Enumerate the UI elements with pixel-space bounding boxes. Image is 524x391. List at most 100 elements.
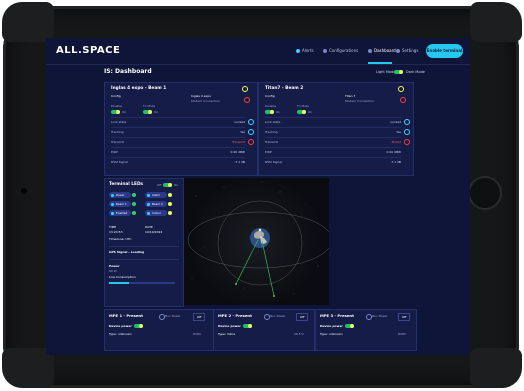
- warning-icon: [248, 139, 254, 145]
- row-value: -7.1 dB: [390, 160, 401, 164]
- tx-mute-toggle[interactable]: [297, 110, 306, 114]
- modem-connection: Modem Connection: [345, 99, 375, 103]
- power-label: Power: [109, 264, 120, 268]
- row-value: Muted: [391, 140, 401, 144]
- mpe-type: Type: Inline: [218, 332, 236, 336]
- toggle-on-label: On: [154, 110, 159, 114]
- led-dot: [111, 202, 114, 206]
- divider: [109, 259, 179, 260]
- power-value: 60 W: [109, 269, 117, 273]
- row-value: -7.1 dB: [234, 160, 245, 164]
- nav-label: Alerts: [302, 48, 314, 53]
- row-label: RSSI Signal: [265, 160, 282, 164]
- home-button[interactable]: [468, 176, 502, 210]
- led-indicator: [168, 193, 172, 197]
- config-value: Inglas 4 expo: [191, 94, 212, 98]
- beam-card-1: Inglas 4 expo - Beam 1 Config Inglas 4 e…: [104, 82, 258, 176]
- camera-icon: [21, 188, 27, 194]
- nav-item-configurations[interactable]: Configurations: [323, 48, 358, 53]
- nav-label: Configurations: [329, 48, 359, 53]
- row-label: Lock state: [265, 120, 281, 124]
- beam-card-2: Titan7 - Beam 2 Config Titan 7 Disable T…: [258, 82, 414, 176]
- toggle-on-label: On: [122, 110, 127, 114]
- led-label: Indoor: [152, 211, 161, 216]
- rssi-row: RSSI Signal -7.1 dB: [111, 157, 245, 167]
- nav-label: Settings: [402, 48, 419, 53]
- top-bar: ALL.SPACE Alerts Configurations Dashboar…: [46, 38, 470, 65]
- edit-icon[interactable]: [242, 86, 248, 92]
- mpe-title: MPE 2 - Present: [218, 313, 252, 318]
- terminal-location-marker: [258, 228, 262, 232]
- satellite-1-marker[interactable]: [235, 283, 237, 285]
- led-indicator: [168, 211, 172, 215]
- satellite-2-marker[interactable]: [273, 295, 275, 297]
- row-label: RSSI Signal: [111, 160, 128, 164]
- led-label: Power: [116, 193, 125, 198]
- status-icon: [244, 97, 250, 103]
- led-dot: [111, 193, 114, 197]
- nav-item-dashboard[interactable]: Dashboard: [368, 48, 396, 53]
- device-power-toggle[interactable]: [345, 324, 354, 328]
- timezone: Timezone: UTC: [109, 237, 132, 241]
- edit-icon[interactable]: [398, 86, 404, 92]
- mpe-type: Type: unknown: [109, 332, 132, 336]
- config-label: Config: [265, 94, 275, 98]
- date-label: DATE: [145, 225, 153, 229]
- transmit-row: Transmit Muted: [265, 137, 401, 147]
- row-value: 0.00 dBW: [230, 150, 245, 154]
- buc-power-select[interactable]: Off: [296, 313, 309, 321]
- nav-item-alerts[interactable]: Alerts: [296, 48, 314, 53]
- row-label: EIRP: [265, 150, 272, 154]
- rssi-row: RSSI Signal -7.1 dB: [265, 157, 401, 167]
- mpe-card-3: MPE 3 - Present Buc Power Off Device pow…: [315, 309, 417, 351]
- eirp-row: EIRP 0.00 dBW: [265, 147, 401, 157]
- buc-power-select[interactable]: Off: [398, 313, 411, 321]
- mpe-card-1: MPE 1 - Present Buc Power Off Device pow…: [104, 309, 214, 351]
- enable-terminal-button[interactable]: Enable terminal: [426, 44, 463, 58]
- tracking-row: Tracking Yes: [265, 127, 401, 137]
- disable-toggle[interactable]: [111, 110, 120, 114]
- tx-mute-label: Tx Mute: [297, 104, 310, 108]
- disable-toggle[interactable]: [265, 110, 274, 114]
- led-toggle[interactable]: [163, 183, 172, 187]
- mpe-title: MPE 1 - Present: [109, 313, 143, 318]
- settings-icon: [396, 49, 400, 53]
- disable-label: Disable: [265, 104, 277, 108]
- config-value: Titan 7: [345, 94, 356, 98]
- nav-item-settings[interactable]: Settings: [396, 48, 418, 53]
- mode-toggle[interactable]: [394, 70, 403, 74]
- gear-icon: [323, 49, 327, 53]
- lock-state-row: Lock state Locked: [265, 117, 401, 127]
- modem-connection: Modem Connection: [191, 99, 221, 103]
- device-power-label: Device power: [109, 324, 132, 328]
- alert-icon: [296, 49, 300, 53]
- device-power-toggle[interactable]: [243, 324, 252, 328]
- light-mode-label: Light Mode: [376, 70, 396, 74]
- transmit-row: Transmit Transmit: [111, 137, 245, 147]
- beam-link-1: [235, 239, 259, 285]
- row-value: Yes: [240, 130, 245, 134]
- led-label: Beam 2: [152, 202, 163, 207]
- case-bumper-bottom-right: [470, 348, 522, 388]
- buc-power-select[interactable]: Off: [193, 313, 206, 321]
- toggle-on-label: On: [308, 110, 313, 114]
- led-beam-2: Beam 2: [145, 201, 172, 207]
- device-power-toggle[interactable]: [134, 324, 143, 328]
- led-indicator: [132, 202, 136, 206]
- satellite-orbit-view[interactable]: [184, 178, 329, 305]
- gps-status: GPS Signal - Loading: [109, 250, 145, 254]
- device-power-label: Device power: [218, 324, 241, 328]
- eirp-row: EIRP 0.00 dBW: [111, 147, 245, 157]
- disable-label: Disable: [111, 104, 123, 108]
- page-title: IS: Dashboard: [104, 68, 152, 75]
- mpe-title: MPE 3 - Present: [320, 313, 354, 318]
- row-value: Yes: [396, 130, 401, 134]
- row-value: Transmit: [232, 140, 245, 144]
- case-bumper-top-left: [2, 2, 54, 42]
- lock-state-row: Lock state Locked: [111, 117, 245, 127]
- row-label: Tracking: [111, 130, 124, 134]
- tx-mute-toggle[interactable]: [143, 110, 152, 114]
- mpe-value: 36.5°C: [294, 332, 305, 336]
- terminal-title: Terminal LEDs: [109, 182, 144, 187]
- led-beam-1: Beam 1: [109, 201, 136, 207]
